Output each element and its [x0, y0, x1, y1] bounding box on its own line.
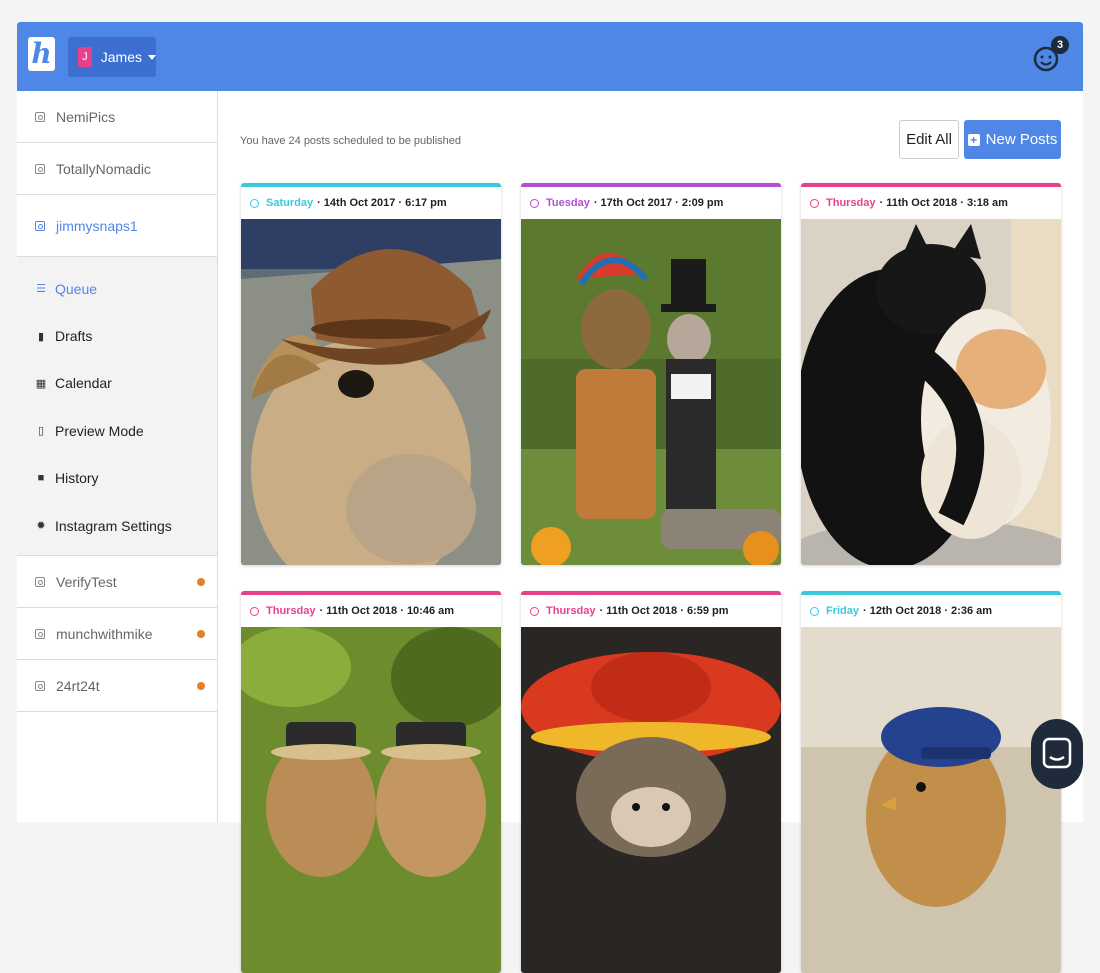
chat-icon: [1042, 737, 1072, 769]
post-datetime: · 11th Oct 2018 · 3:18 am: [879, 197, 1008, 209]
account-label: TotallyNomadic: [56, 160, 151, 177]
post-datetime: · 17th Oct 2017 · 2:09 pm: [593, 197, 724, 209]
plus-icon: +: [967, 133, 980, 146]
chick-illustration: [801, 627, 1061, 973]
post-photo-hedgehog[interactable]: [521, 627, 781, 973]
bookmark-icon: ▮: [37, 330, 45, 343]
sidebar-item-label: Drafts: [55, 328, 93, 345]
post-card[interactable]: Tuesday · 17th Oct 2017 · 2:09 pm: [521, 183, 781, 565]
sidebar-item-queue[interactable]: ☰ Queue: [17, 265, 217, 312]
clock-icon: [250, 606, 259, 616]
sidebar-item-label: History: [55, 470, 99, 487]
sidebar-item-label: Queue: [55, 280, 98, 297]
list-icon: ☰: [36, 283, 46, 296]
account-jimmysnaps1[interactable]: jimmysnaps1: [17, 195, 217, 257]
post-datetime: · 11th Oct 2018 · 6:59 pm: [599, 605, 729, 617]
new-posts-label: New Posts: [985, 131, 1058, 148]
post-card[interactable]: Thursday · 11th Oct 2018 · 10:46 am: [241, 591, 501, 973]
clock-icon: [530, 606, 539, 616]
post-schedule: Thursday · 11th Oct 2018 · 3:18 am: [801, 187, 1061, 219]
sidebar-item-calendar[interactable]: ▦ Calendar: [17, 360, 217, 407]
sidebar-item-preview-mode[interactable]: ▯ Preview Mode: [17, 407, 217, 454]
post-photo-cats[interactable]: [801, 219, 1061, 565]
caret-down-icon: [148, 54, 156, 60]
gear-icon: ✹: [36, 520, 46, 533]
post-schedule: Thursday · 11th Oct 2018 · 10:46 am: [241, 595, 501, 627]
mobile-icon: ▯: [37, 425, 45, 438]
calendar-icon: ▦: [35, 377, 47, 390]
new-posts-button[interactable]: + New Posts: [964, 120, 1061, 159]
scheduled-status-text: You have 24 posts scheduled to be publis…: [240, 135, 461, 147]
clock-icon: [810, 198, 819, 208]
chat-launcher-button[interactable]: [1031, 719, 1083, 789]
account-label: 24rt24t: [56, 677, 100, 694]
top-bar: h J James 3: [17, 22, 1083, 91]
post-datetime: · 14th Oct 2017 · 6:17 pm: [317, 197, 447, 209]
hedgehog-illustration: [521, 627, 781, 973]
sidebar-item-label: Preview Mode: [55, 422, 144, 439]
account-label: jimmysnaps1: [56, 217, 138, 234]
instagram-icon: [35, 576, 45, 587]
post-photo-chick[interactable]: [801, 627, 1061, 973]
guinea-pigs-illustration: [241, 627, 501, 973]
post-day: Thursday: [546, 605, 596, 617]
app-frame: h J James 3 NemiPics TotallyNomadic jimm…: [17, 22, 1083, 973]
post-day: Thursday: [266, 605, 316, 617]
status-dot: [197, 630, 205, 639]
instagram-icon: [35, 628, 45, 639]
post-card[interactable]: Thursday · 11th Oct 2018 · 6:59 pm: [521, 591, 781, 973]
sidebar: NemiPics TotallyNomadic jimmysnaps1 ☰ Qu…: [17, 91, 218, 822]
account-totallynomadic[interactable]: TotallyNomadic: [17, 143, 217, 195]
logo[interactable]: h: [28, 37, 55, 71]
account-munchwithmike[interactable]: munchwithmike: [17, 608, 217, 661]
post-day: Thursday: [826, 197, 876, 209]
status-dot: [197, 682, 205, 691]
account-submenu: ☰ Queue ▮ Drafts ▦ Calendar ▯ Preview Mo…: [17, 257, 217, 557]
post-datetime: · 12th Oct 2018 · 2:36 am: [863, 605, 993, 617]
account-label: VerifyTest: [56, 573, 117, 590]
instagram-icon: [35, 220, 45, 231]
status-dot: [197, 578, 205, 587]
edit-all-button[interactable]: Edit All: [899, 120, 959, 159]
clock-icon: [810, 606, 819, 616]
user-name: James: [100, 49, 142, 65]
notification-badge: 3: [1051, 36, 1069, 54]
user-menu-button[interactable]: J James: [68, 37, 156, 77]
account-label: NemiPics: [56, 108, 116, 125]
post-day: Friday: [826, 605, 860, 617]
clock-icon: [530, 198, 539, 208]
post-photo-giraffe[interactable]: [241, 219, 501, 565]
account-label: munchwithmike: [56, 625, 153, 642]
post-day: Saturday: [266, 197, 314, 209]
post-card[interactable]: Thursday · 11th Oct 2018 · 3:18 am: [801, 183, 1061, 565]
dog-cat-illustration: [521, 219, 781, 565]
sidebar-item-drafts[interactable]: ▮ Drafts: [17, 312, 217, 359]
sidebar-item-label: Instagram Settings: [55, 517, 172, 534]
clock-icon: [250, 198, 259, 208]
post-schedule: Thursday · 11th Oct 2018 · 6:59 pm: [521, 595, 781, 627]
account-verifytest[interactable]: VerifyTest: [17, 556, 217, 609]
sidebar-item-label: Calendar: [55, 375, 112, 392]
instagram-icon: [35, 163, 45, 174]
main-content: You have 24 posts scheduled to be publis…: [219, 91, 1083, 973]
instagram-icon: [35, 111, 45, 122]
post-photo-dog-cat[interactable]: [521, 219, 781, 565]
post-card[interactable]: Friday · 12th Oct 2018 · 2:36 am: [801, 591, 1061, 973]
post-schedule: Saturday · 14th Oct 2017 · 6:17 pm: [241, 187, 501, 219]
account-nemipics[interactable]: NemiPics: [17, 91, 217, 143]
post-card[interactable]: Saturday · 14th Oct 2017 · 6:17 pm: [241, 183, 501, 565]
avatar: J: [78, 47, 92, 67]
post-datetime: · 11th Oct 2018 · 10:46 am: [319, 605, 455, 617]
giraffe-illustration: [241, 219, 501, 565]
sidebar-item-instagram-settings[interactable]: ✹ Instagram Settings: [17, 502, 217, 549]
instagram-icon: [35, 680, 45, 691]
post-schedule: Tuesday · 17th Oct 2017 · 2:09 pm: [521, 187, 781, 219]
post-schedule: Friday · 12th Oct 2018 · 2:36 am: [801, 595, 1061, 627]
sidebar-item-history[interactable]: ■ History: [17, 455, 217, 502]
history-icon: ■: [37, 472, 45, 485]
post-photo-guinea-pigs[interactable]: [241, 627, 501, 973]
cats-illustration: [801, 219, 1061, 565]
account-24rt24t[interactable]: 24rt24t: [17, 660, 217, 713]
post-day: Tuesday: [546, 197, 590, 209]
